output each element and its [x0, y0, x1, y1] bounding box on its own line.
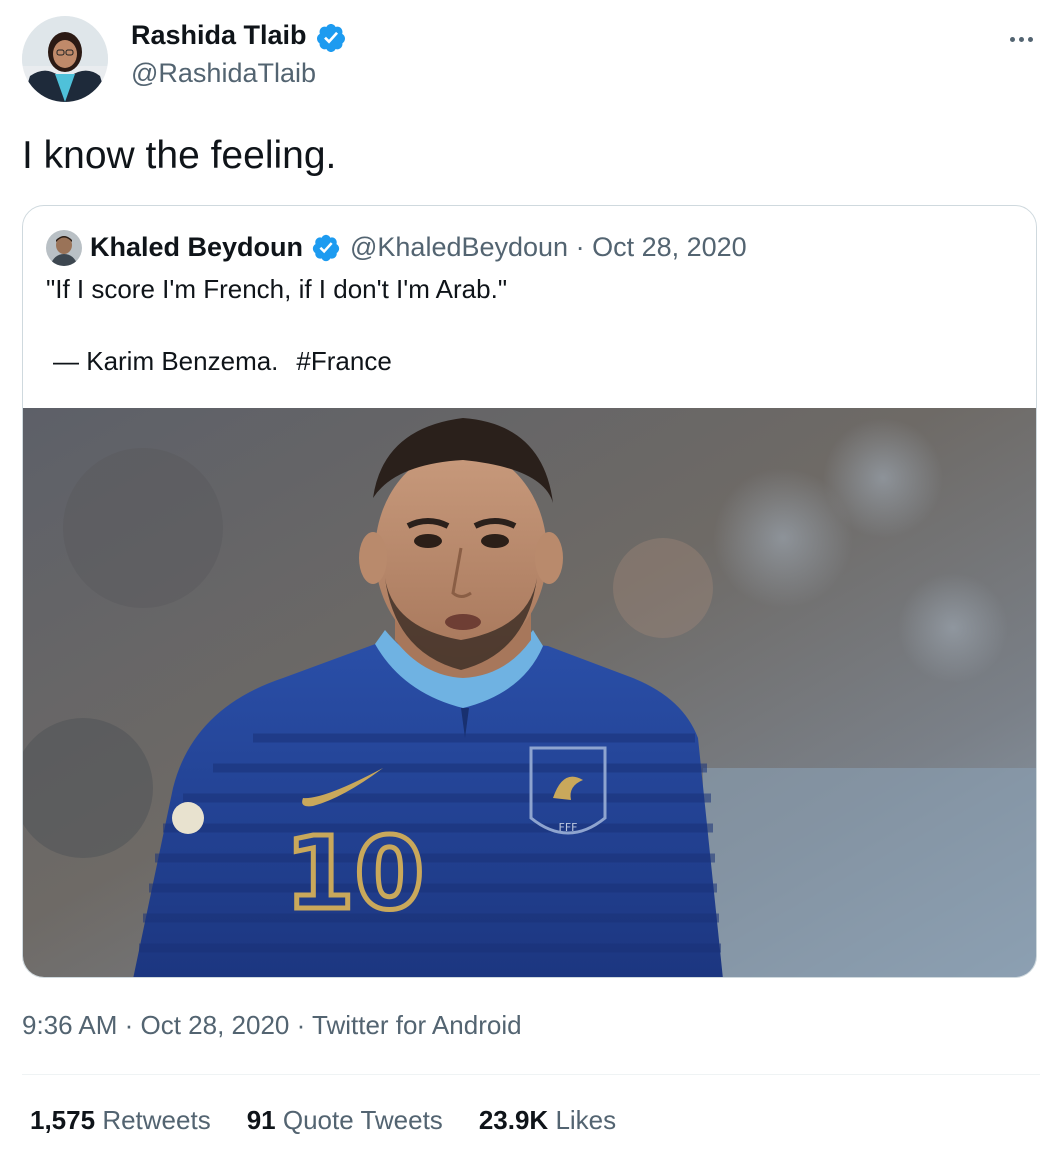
quotes-count: 91 [246, 1105, 276, 1135]
verified-badge-icon [316, 24, 345, 52]
hashtag-link[interactable]: #France [296, 346, 391, 376]
quoted-author-avatar[interactable] [46, 230, 82, 266]
quoted-text: "If I score I'm French, if I don't I'm A… [46, 274, 508, 304]
tweet-timestamp: 9:36 AM · Oct 28, 2020 · Twitter for And… [22, 1010, 522, 1041]
timestamp-text[interactable]: 9:36 AM · Oct 28, 2020 · [22, 1010, 312, 1040]
dot [1018, 36, 1024, 42]
quoted-attribution-line: — Karim Benzema. #France [53, 346, 392, 377]
dot [1027, 36, 1033, 42]
quote-tweets-stat[interactable]: 91 Quote Tweets [247, 1105, 443, 1136]
quoted-tweet[interactable]: Khaled Beydoun @KhaledBeydoun · Oct 28, … [22, 205, 1037, 978]
retweets-label: Retweets [102, 1105, 211, 1135]
likes-stat[interactable]: 23.9K Likes [479, 1105, 616, 1136]
quoted-handle-date: @KhaledBeydoun · Oct 28, 2020 [350, 232, 747, 262]
likes-count: 23.9K [478, 1105, 549, 1135]
retweets-stat[interactable]: 1,575 Retweets [30, 1105, 211, 1136]
svg-text:FFF: FFF [559, 821, 578, 834]
retweets-count: 1,575 [30, 1105, 96, 1135]
more-options-icon[interactable] [996, 20, 1046, 58]
tweet-source-link[interactable]: Twitter for Android [312, 1010, 522, 1040]
likes-label: Likes [555, 1105, 617, 1135]
author-name[interactable]: Rashida Tlaib [131, 20, 307, 51]
player-photo: 10 FFF [23, 408, 1036, 977]
quoted-media-image[interactable]: 10 FFF [23, 408, 1036, 977]
author-avatar-image [22, 16, 108, 102]
tweet-text: I know the feeling. [22, 134, 337, 177]
engagement-stats: 1,575 Retweets 91 Quote Tweets 23.9K Lik… [30, 1105, 616, 1136]
divider [22, 1074, 1040, 1075]
jersey-number: 10 [285, 815, 424, 932]
verified-badge-icon [312, 234, 340, 262]
author-handle[interactable]: @RashidaTlaib [131, 58, 316, 89]
tweet: Rashida Tlaib @RashidaTlaib I know the f… [0, 0, 1062, 1166]
author-avatar[interactable] [22, 16, 108, 102]
quoted-avatar-image [46, 230, 82, 266]
quotes-label: Quote Tweets [282, 1105, 443, 1135]
quoted-author-name[interactable]: Khaled Beydoun [90, 232, 303, 263]
quoted-attribution: — Karim Benzema. [53, 346, 279, 376]
dot [1009, 36, 1015, 42]
